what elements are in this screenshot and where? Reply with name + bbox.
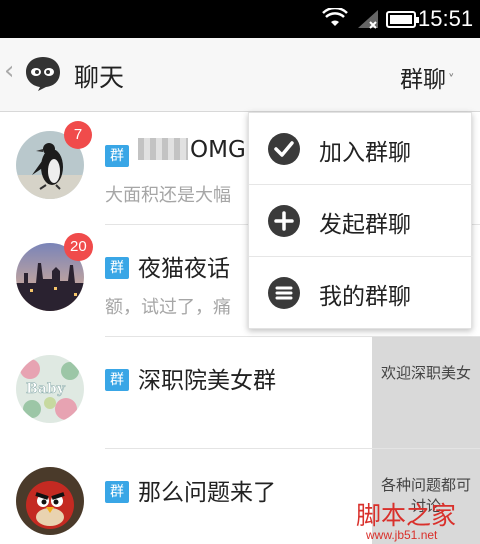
group-chat-menu: 加入群聊 发起群聊 我的群聊 xyxy=(248,112,473,329)
check-circle-icon xyxy=(268,133,300,165)
signal-icon xyxy=(358,10,378,29)
status-bar: 15:51 xyxy=(0,0,480,38)
list-circle-icon xyxy=(268,277,300,309)
clock: 15:51 xyxy=(418,6,474,31)
app-header: ‹ 聊天 群聊 ˅ xyxy=(0,38,480,112)
wifi-icon xyxy=(322,8,348,26)
back-chevron-icon[interactable]: ‹ xyxy=(4,58,14,84)
conversation-name: 那么问题来了 xyxy=(138,480,276,506)
conversation-name: 深职院美女群 xyxy=(138,368,276,394)
obscured-text xyxy=(138,138,188,160)
watermark-url: www.jb51.net xyxy=(366,528,438,542)
app-logo-icon xyxy=(26,57,60,91)
menu-item-my-groups[interactable]: 我的群聊 xyxy=(249,257,473,329)
plus-circle-icon xyxy=(268,205,300,237)
watermark-brand: 脚本之家 xyxy=(356,501,457,530)
menu-item-label: 我的群聊 xyxy=(319,284,411,310)
menu-item-create-group[interactable]: 发起群聊 xyxy=(249,185,473,257)
group-tag: 群 xyxy=(105,145,129,167)
message-preview: 大面积还是大幅 xyxy=(105,185,231,206)
page-title: 聊天 xyxy=(74,63,125,92)
conversation-row[interactable]: Baby 群 深职院美女群 欢迎深职美女 xyxy=(0,337,480,449)
conversation-name: 夜猫夜话 xyxy=(138,256,230,282)
battery-icon xyxy=(386,11,419,28)
group-tag: 群 xyxy=(105,481,129,503)
chevron-down-icon: ˅ xyxy=(448,73,455,88)
swipe-preview: 欢迎深职美女 xyxy=(372,337,480,449)
unread-badge: 20 xyxy=(64,233,93,261)
menu-item-join-group[interactable]: 加入群聊 xyxy=(249,113,473,185)
group-chat-dropdown[interactable]: 群聊 ˅ xyxy=(400,60,455,94)
conversation-name: OMG xyxy=(138,137,246,163)
unread-badge: 7 xyxy=(64,121,92,149)
site-watermark: 脚本之家 www.jb51.net xyxy=(352,496,480,544)
svg-text:Baby: Baby xyxy=(26,381,66,397)
group-tag: 群 xyxy=(105,369,129,391)
angry-bird-avatar xyxy=(16,467,84,535)
message-preview: 额，试过了，痛 xyxy=(105,297,231,318)
baby-flowers-avatar: Baby xyxy=(16,355,84,423)
conversation-name-text: OMG xyxy=(190,137,246,163)
menu-item-label: 发起群聊 xyxy=(319,212,411,238)
menu-item-label: 加入群聊 xyxy=(319,140,411,166)
group-chat-dropdown-label: 群聊 xyxy=(400,67,446,93)
group-tag: 群 xyxy=(105,257,129,279)
